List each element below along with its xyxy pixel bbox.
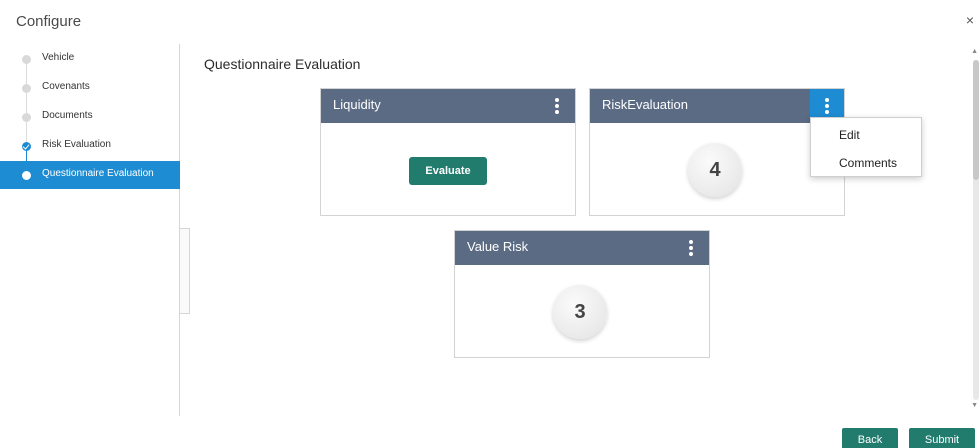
sidebar-step-label: Vehicle — [42, 52, 75, 63]
card-title: Liquidity — [333, 97, 381, 112]
step-sidebar: Vehicle Covenants Documents Risk Evaluat… — [0, 44, 180, 416]
sidebar-collapse-handle[interactable] — [180, 228, 190, 314]
window-header: Configure × — [0, 0, 980, 44]
page-title: Questionnaire Evaluation — [204, 56, 361, 72]
score-badge: 3 — [553, 285, 607, 339]
submit-button[interactable]: Submit — [909, 428, 975, 448]
sidebar-step-risk-evaluation[interactable]: Risk Evaluation — [0, 132, 180, 160]
sidebar-step-covenants[interactable]: Covenants — [0, 74, 180, 102]
close-icon[interactable]: × — [966, 12, 974, 28]
kebab-menu-icon[interactable] — [547, 96, 567, 116]
questionnaire-card-value-risk: Value Risk 3 — [454, 230, 710, 358]
card-title: Value Risk — [467, 239, 529, 254]
sidebar-step-questionnaire-evaluation[interactable]: Questionnaire Evaluation — [0, 161, 180, 189]
sidebar-step-vehicle[interactable]: Vehicle — [0, 45, 180, 73]
evaluate-button[interactable]: Evaluate — [409, 157, 487, 185]
sidebar-step-label: Documents — [42, 110, 93, 121]
menu-item-comments[interactable]: Comments — [839, 156, 897, 170]
check-icon — [22, 142, 31, 151]
sidebar-step-label: Questionnaire Evaluation — [42, 168, 154, 179]
sidebar-step-label: Covenants — [42, 81, 90, 92]
step-dot-icon — [22, 55, 31, 64]
scroll-down-icon[interactable]: ▼ — [971, 402, 978, 409]
score-badge: 4 — [688, 143, 742, 197]
scroll-up-icon[interactable]: ▲ — [971, 48, 978, 55]
card-title: RiskEvaluation — [602, 97, 688, 112]
sidebar-step-label: Risk Evaluation — [42, 139, 111, 150]
scrollbar-thumb[interactable] — [973, 60, 979, 180]
step-dot-icon — [22, 113, 31, 122]
card-context-menu: Edit Comments — [810, 117, 922, 177]
questionnaire-card-risk-evaluation: RiskEvaluation 4 — [589, 88, 845, 216]
kebab-menu-icon[interactable] — [681, 238, 701, 258]
step-dot-icon — [22, 84, 31, 93]
back-button[interactable]: Back — [842, 428, 898, 448]
window-title: Configure — [16, 13, 82, 30]
sidebar-step-documents[interactable]: Documents — [0, 103, 180, 131]
step-dot-icon — [22, 171, 31, 180]
menu-item-edit[interactable]: Edit — [839, 128, 860, 142]
questionnaire-card-liquidity: Liquidity Evaluate — [320, 88, 576, 216]
